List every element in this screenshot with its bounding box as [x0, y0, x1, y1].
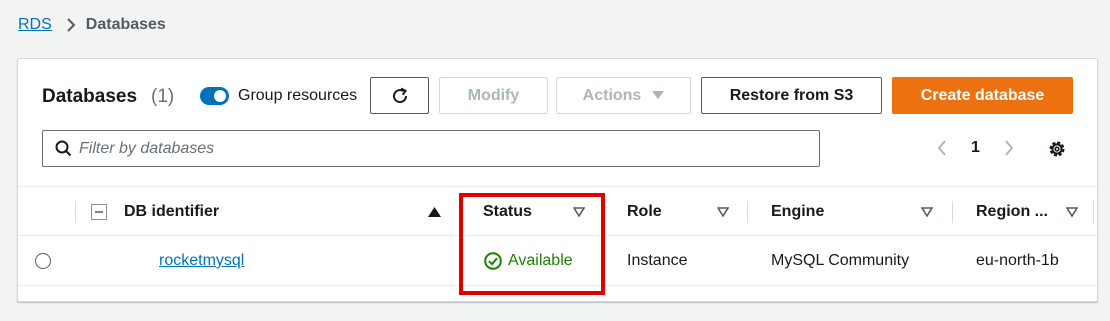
- filter-caret-icon[interactable]: [921, 207, 933, 217]
- engine-cell: MySQL Community: [771, 252, 910, 269]
- refresh-icon: [392, 87, 407, 103]
- search-icon: [55, 140, 72, 157]
- caret-down-icon: [652, 91, 665, 99]
- status-badge: Available: [484, 252, 573, 270]
- column-divider: [461, 201, 462, 223]
- table-row: rocketmysql Available Instance MySQL Com…: [18, 236, 1097, 286]
- current-page[interactable]: 1: [971, 139, 980, 157]
- column-divider: [747, 201, 748, 223]
- column-header-status[interactable]: Status: [483, 203, 532, 221]
- panel-title: Databases: [42, 86, 138, 107]
- status-text: Available: [508, 252, 573, 269]
- db-identifier-link[interactable]: rocketmysql: [159, 252, 244, 270]
- breadcrumb: RDS Databases: [18, 14, 166, 36]
- breadcrumb-rds-link[interactable]: RDS: [18, 16, 52, 34]
- actions-label: Actions: [582, 86, 642, 104]
- status-success-icon: [484, 252, 502, 270]
- column-divider: [604, 201, 605, 223]
- column-divider: [952, 201, 953, 223]
- filter-caret-icon[interactable]: [717, 207, 729, 217]
- filter-caret-icon[interactable]: [1066, 207, 1078, 217]
- column-header-db-identifier[interactable]: DB identifier: [124, 203, 219, 221]
- filter-box: [42, 130, 820, 167]
- toggle-knob: [214, 90, 226, 102]
- chevron-right-icon[interactable]: [1003, 139, 1015, 157]
- filter-input[interactable]: [79, 133, 799, 164]
- databases-panel: Databases (1) Group resources Modify Act…: [17, 58, 1098, 302]
- collapse-icon[interactable]: [91, 204, 107, 220]
- chevron-left-icon[interactable]: [936, 139, 948, 157]
- column-divider: [1093, 201, 1094, 223]
- actions-button[interactable]: Actions: [556, 77, 691, 114]
- modify-button[interactable]: Modify: [439, 77, 548, 114]
- chevron-right-icon: [66, 18, 76, 32]
- column-divider: [75, 201, 76, 223]
- group-resources-label: Group resources: [238, 87, 358, 104]
- sort-ascending-icon[interactable]: [428, 207, 441, 217]
- column-header-engine[interactable]: Engine: [771, 203, 824, 221]
- column-header-region[interactable]: Region ...: [976, 203, 1048, 221]
- gear-icon[interactable]: [1047, 139, 1067, 159]
- refresh-button[interactable]: [370, 77, 429, 114]
- row-select-radio[interactable]: [35, 253, 51, 269]
- database-count: (1): [151, 86, 175, 107]
- group-resources-toggle[interactable]: [200, 87, 229, 105]
- role-cell: Instance: [627, 252, 688, 269]
- region-cell: eu-north-1b: [976, 252, 1059, 269]
- breadcrumb-current: Databases: [85, 16, 166, 33]
- table-header: DB identifier Status Role Engine Region …: [18, 186, 1097, 236]
- create-database-button[interactable]: Create database: [892, 77, 1073, 114]
- filter-caret-icon[interactable]: [573, 207, 585, 217]
- restore-from-s3-button[interactable]: Restore from S3: [701, 77, 882, 114]
- column-header-role[interactable]: Role: [627, 203, 662, 221]
